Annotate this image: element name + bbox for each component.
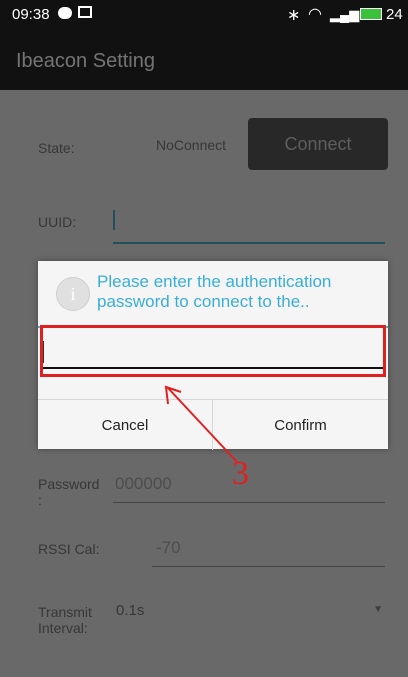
annotation-step-number: 3 <box>232 455 249 492</box>
annotation-arrow <box>164 385 239 464</box>
